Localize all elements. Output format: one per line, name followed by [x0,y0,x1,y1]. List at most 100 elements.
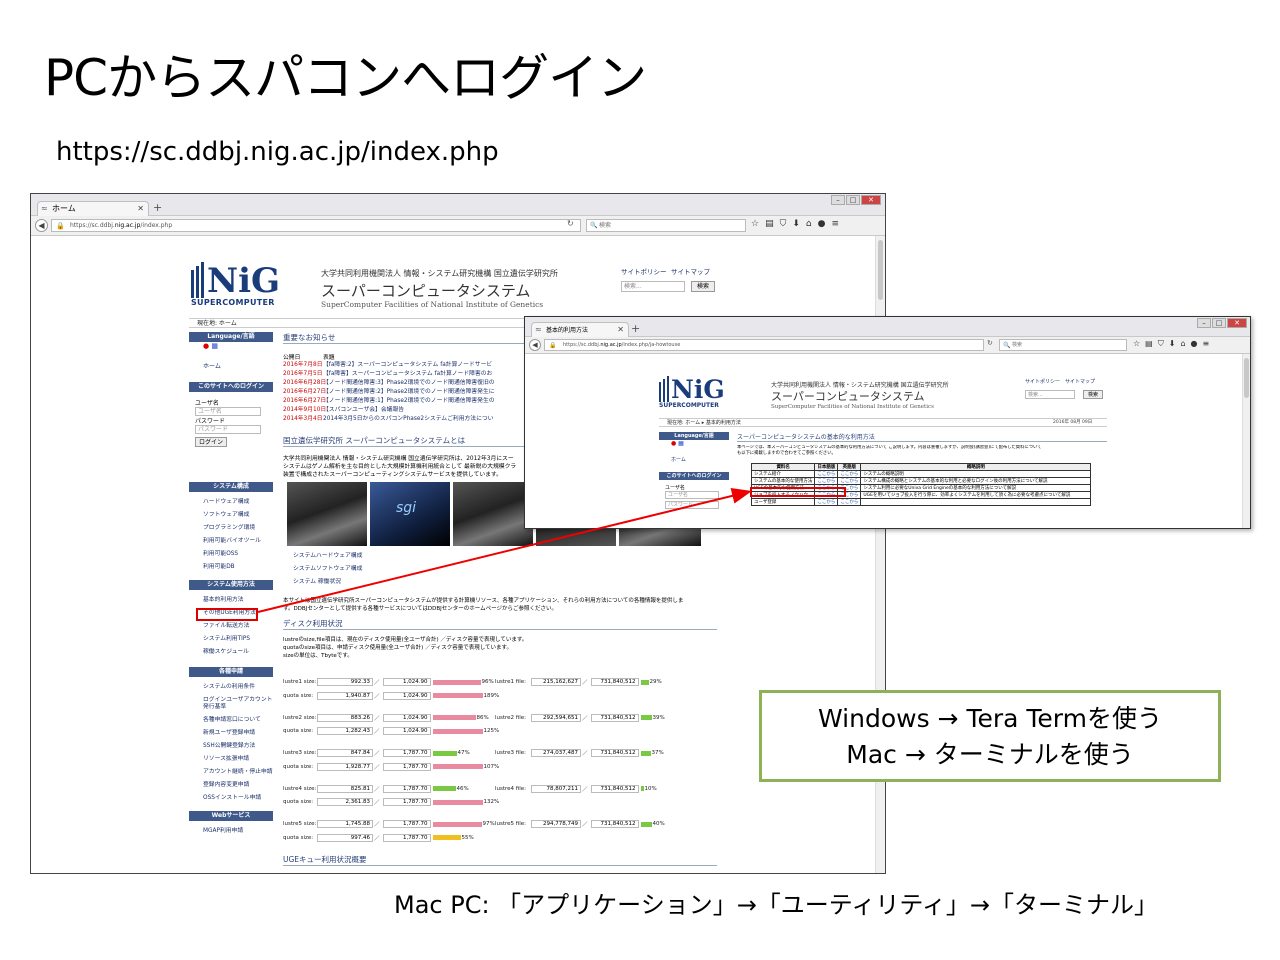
sidebar-item-system-5[interactable]: 利用可能DB [203,561,273,574]
usage-percent: 107% [483,763,500,770]
disk-row: quota size: 1,940.87 ／ 1,024.90 189% [283,691,499,700]
bookmark-star-icon[interactable]: ☆ [751,219,759,229]
sidebar-item-apply-2[interactable]: 各種申請窓口について [203,714,273,727]
language-flags[interactable]: ● ▦ [659,440,729,448]
site-search-input[interactable]: 検索... [1025,390,1075,399]
browser-window-home: ≈ ホーム ✕ + – □ ✕ ◀ 🔒 https://sc.ddbj.nig.… [30,193,886,874]
sidebar-item-apply-5[interactable]: リソース拡張申請 [203,753,273,766]
sidebar-item-apply-7[interactable]: 登録内容変更申請 [203,779,273,792]
menu-icon[interactable]: ≡ [1203,339,1210,349]
disk-row: lustre1 size: 992.33 ／ 1,024.90 96% [283,678,494,686]
sitemap-link[interactable]: サイトマップ [1065,378,1095,385]
site-search-button[interactable]: 検索 [1083,390,1103,399]
language-flags[interactable]: ● ▦ [189,342,273,352]
disk-used-value: 292,594,651 [531,713,581,722]
new-tab-icon[interactable]: + [153,201,162,215]
site-policy-link[interactable]: サイトポリシー [1025,378,1060,385]
sidebar-item-apply-4[interactable]: SSH公開鍵登録方法 [203,740,273,753]
disk-capacity-value: 1,787.70 [382,749,431,757]
sidebar-item-usage-3[interactable]: システム利用TIPS [203,633,273,646]
reload-icon[interactable]: ↻ [987,339,993,347]
home-icon[interactable]: ⌂ [1180,339,1185,349]
scrollbar-thumb[interactable] [878,240,883,300]
chat-icon[interactable]: ● [818,219,826,229]
download-icon[interactable]: ⬇ [792,219,800,229]
close-window-icon[interactable]: ✕ [861,195,881,205]
download-link[interactable]: ここから [837,498,862,506]
sidebar-item-home[interactable]: ホーム [659,456,729,463]
close-window-icon[interactable]: ✕ [1227,318,1247,328]
sidebar-item-apply-0[interactable]: システムの利用条件 [203,681,273,694]
disk-used-value: 1,282.43 [317,727,373,735]
download-link[interactable]: ここから [814,477,839,485]
download-link[interactable]: ここから [814,470,839,478]
sidebar-item-usage-2[interactable]: ファイル転送方法 [203,620,273,633]
minimize-icon[interactable]: – [1197,318,1211,328]
sidebar-item-system-2[interactable]: プログラミング環境 [203,522,273,535]
back-arrow-icon[interactable]: ◀ [529,339,541,351]
sidebar-item-apply-1[interactable]: ログインユーザアカウント発行基準 [203,697,273,711]
table-header-row: 資料名 日本語版 英語版 概略説明 [750,463,1092,471]
maximize-icon[interactable]: □ [846,195,860,205]
navigation-bar: ◀ 🔒 https://sc.ddbj.nig.ac.jp/index.php … [31,216,885,236]
maximize-icon[interactable]: □ [1212,318,1226,328]
table-cell: システム利用に必要なUniva Grid Engineの基本的な利用方法について… [860,484,1092,492]
sidebar-item-system-0[interactable]: ハードウェア構成 [203,496,273,509]
scrollbar[interactable] [1242,354,1250,528]
usage-percent: 97% [482,821,495,827]
sidebar-item-system-4[interactable]: 利用可能OSS [203,548,273,561]
address-bar[interactable]: 🔒 https://sc.ddbj.nig.ac.jp/index.php [51,219,581,232]
disk-capacity-value: 1,024.90 [382,727,431,735]
download-link[interactable]: ここから [837,470,862,478]
username-label: ユーザ名 [665,485,685,491]
address-domain: nig.ac.jp [600,342,622,348]
sidebar-item-web-0[interactable]: MGAP利用申請 [203,825,273,838]
home-icon[interactable]: ⌂ [806,219,812,229]
nig-logo[interactable]: NiG SUPERCOMPUTER [659,376,725,409]
new-tab-icon[interactable]: + [631,322,640,336]
tab-howtouse[interactable]: ≈ 基本的利用方法 ✕ [531,322,629,337]
username-input[interactable]: ユーザ名 [195,407,261,416]
chat-icon[interactable]: ● [1191,339,1198,349]
search-bar[interactable]: 🔍 検索 [586,219,746,232]
slash-separator: ／ [374,764,380,771]
system-heading: システム構成 [189,482,273,492]
sidebar-item-home[interactable]: ホーム [189,361,273,370]
download-icon[interactable]: ⬇ [1169,339,1176,349]
sidebar-item-usage-0[interactable]: 基本的利用方法 [203,594,273,607]
close-tab-icon[interactable]: ✕ [137,202,144,216]
login-button[interactable]: ログイン [195,437,227,447]
lock-icon: 🔒 [56,222,65,230]
disk-capacity-value: 1,024.90 [382,713,431,722]
address-bar[interactable]: 🔒 https://sc.ddbj.nig.ac.jp/index.php/ja… [544,339,984,351]
slash-separator: ／ [374,835,380,842]
password-input[interactable]: パスワード [665,501,719,509]
sidebar-item-apply-8[interactable]: OSSインストール申請 [203,792,273,805]
disk-capacity-value: 1,787.70 [382,820,431,828]
reading-list-icon[interactable]: ▤ [765,219,774,229]
pocket-icon[interactable]: ⛉ [1158,339,1164,349]
tab-home[interactable]: ≈ ホーム ✕ [37,201,149,216]
back-arrow-icon[interactable]: ◀ [35,219,48,232]
sidebar-item-apply-6[interactable]: アカウント継続・停止申請 [203,766,273,779]
sidebar-item-system-3[interactable]: 利用可能バイオツール [203,535,273,548]
close-tab-icon[interactable]: ✕ [617,323,624,337]
nig-logo[interactable]: NiG SUPERCOMPUTER [191,262,280,307]
download-link[interactable]: ここから [837,477,862,485]
search-bar[interactable]: 🔍 検索 [999,339,1127,351]
usage-percent: 40% [652,821,665,827]
pocket-icon[interactable]: ⛉ [780,219,787,229]
download-link[interactable]: ここから [814,498,839,506]
scrollbar-thumb[interactable] [1244,358,1249,398]
reading-list-icon[interactable]: ▤ [1145,339,1153,349]
password-input[interactable]: パスワード [195,425,261,434]
sidebar-item-usage-4[interactable]: 稼働スケジュール [203,646,273,659]
bookmark-star-icon[interactable]: ☆ [1133,339,1140,349]
sidebar-item-apply-3[interactable]: 新規ユーザ登録申請 [203,727,273,740]
reload-icon[interactable]: ↻ [567,219,574,228]
menu-icon[interactable]: ≡ [831,219,839,229]
minimize-icon[interactable]: – [831,195,845,205]
username-input[interactable]: ユーザ名 [665,491,719,499]
sidebar-item-system-1[interactable]: ソフトウェア構成 [203,509,273,522]
usage-bar [432,786,456,791]
